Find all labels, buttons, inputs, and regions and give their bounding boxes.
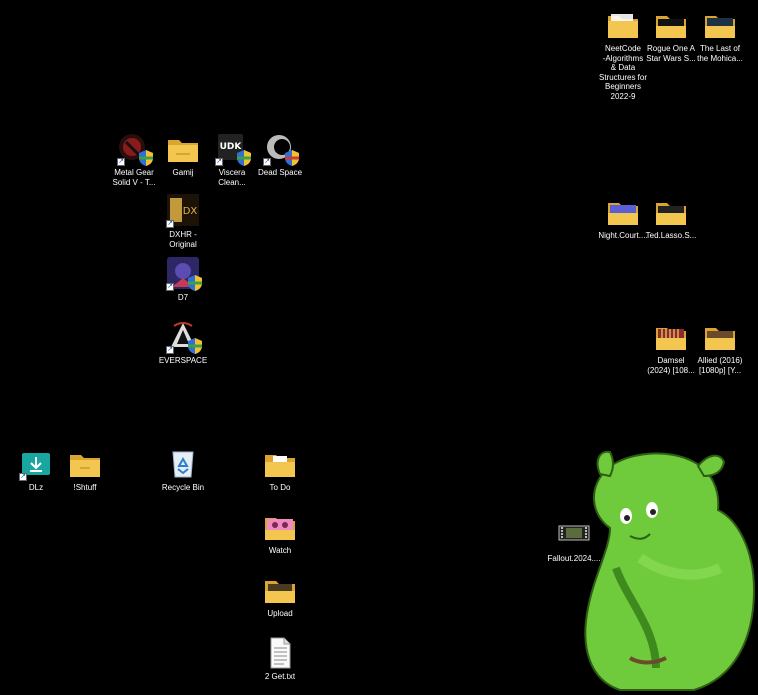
wallpaper-green-creature-image xyxy=(584,450,756,691)
desktop-icon-ted-lasso-folder[interactable]: Ted.Lasso.S... xyxy=(643,195,699,241)
shortcut-arrow-icon: ↗ xyxy=(215,158,223,166)
desktop-icon-get-txt-file[interactable]: 2 Get.txt xyxy=(252,636,308,682)
uac-shield-icon xyxy=(188,275,202,291)
desktop-icon-gamij-folder[interactable]: Gamij xyxy=(155,132,211,178)
icon-label: EVERSPACE xyxy=(158,356,208,365)
shortcut-arrow-icon: ↗ xyxy=(19,473,27,481)
desktop-icon-everspace-shortcut[interactable]: ↗ EVERSPACE xyxy=(155,320,211,366)
desktop-icon-damsel-folder[interactable]: Damsel (2024) [108... xyxy=(643,320,699,375)
folder-icon xyxy=(703,320,737,354)
folder-icon xyxy=(263,447,297,481)
game-icon: ↗ xyxy=(263,132,299,166)
desktop-icon-metal-gear-shortcut[interactable]: ↗ Metal Gear Solid V - T... xyxy=(106,132,162,187)
folder-icon xyxy=(166,132,200,166)
icon-label: DLz xyxy=(28,483,44,492)
uac-shield-icon xyxy=(285,150,299,166)
icon-label: Metal Gear Solid V - T... xyxy=(112,168,156,187)
folder-icon xyxy=(654,8,688,42)
icon-label: DXHR - Original xyxy=(169,230,197,249)
folder-icon xyxy=(68,447,102,481)
uac-shield-icon xyxy=(237,150,251,166)
desktop[interactable]: NeetCode -Algorithms & Data Structures f… xyxy=(0,0,758,695)
icon-label: Upload xyxy=(267,609,293,618)
shortcut-arrow-icon: ↗ xyxy=(117,158,125,166)
icon-label: To Do xyxy=(269,483,291,492)
icon-label: Recycle Bin xyxy=(161,483,205,492)
shortcut-arrow-icon: ↗ xyxy=(166,220,174,228)
desktop-icon-allied-folder[interactable]: Allied (2016) [1080p] [Y... xyxy=(692,320,748,375)
icon-label: Damsel (2024) [108... xyxy=(647,356,695,375)
icon-label: Gamij xyxy=(172,168,194,177)
folder-icon xyxy=(606,195,640,229)
game-icon: UDK ↗ xyxy=(215,132,251,166)
desktop-icon-dxhr-shortcut[interactable]: DX ↗ DXHR - Original xyxy=(155,194,211,249)
desktop-icon-watch-folder[interactable]: Watch xyxy=(252,510,308,556)
folder-icon xyxy=(654,320,688,354)
icon-label: 2 Get.txt xyxy=(264,672,296,681)
desktop-icon-recycle-bin[interactable]: Recycle Bin xyxy=(155,447,211,493)
desktop-icon-upload-folder[interactable]: Upload xyxy=(252,573,308,619)
icon-label: Watch xyxy=(268,546,292,555)
recycle-bin-icon xyxy=(166,447,200,481)
icon-label: D7 xyxy=(177,293,189,302)
game-icon: ↗ xyxy=(166,320,202,354)
folder-icon xyxy=(263,510,297,544)
desktop-icon-shtuff-folder[interactable]: !Shtuff xyxy=(57,447,113,493)
game-icon: ↗ xyxy=(166,257,202,291)
shortcut-arrow-icon: ↗ xyxy=(166,283,174,291)
desktop-icon-last-mohicans-folder[interactable]: The Last of the Mohica... xyxy=(692,8,748,63)
uac-shield-icon xyxy=(139,150,153,166)
folder-icon xyxy=(703,8,737,42)
uac-shield-icon xyxy=(188,338,202,354)
icon-label: Rogue One A Star Wars S... xyxy=(646,44,696,63)
icon-label: Allied (2016) [1080p] [Y... xyxy=(697,356,743,375)
desktop-icon-dlz-shortcut[interactable]: ↗ DLz xyxy=(8,447,64,493)
desktop-icon-rogue-one-folder[interactable]: Rogue One A Star Wars S... xyxy=(643,8,699,63)
icon-label: Ted.Lasso.S... xyxy=(645,231,697,240)
game-icon: ↗ xyxy=(117,132,153,166)
shortcut-arrow-icon: ↗ xyxy=(166,346,174,354)
folder-icon xyxy=(654,195,688,229)
text-file-icon xyxy=(263,636,297,670)
icon-label: Dead Space xyxy=(257,168,303,177)
folder-icon xyxy=(263,573,297,607)
folder-icon xyxy=(606,8,640,42)
desktop-icon-dead-space-shortcut[interactable]: ↗ Dead Space xyxy=(252,132,308,178)
desktop-icon-d7-shortcut[interactable]: ↗ D7 xyxy=(155,257,211,303)
svg-text:DX: DX xyxy=(183,206,198,217)
icon-label: !Shtuff xyxy=(73,483,97,492)
download-folder-icon: ↗ xyxy=(19,447,53,481)
desktop-icon-todo-folder[interactable]: To Do xyxy=(252,447,308,493)
game-icon: DX ↗ xyxy=(166,194,200,228)
icon-label: The Last of the Mohica... xyxy=(697,44,743,63)
shortcut-arrow-icon: ↗ xyxy=(263,158,271,166)
